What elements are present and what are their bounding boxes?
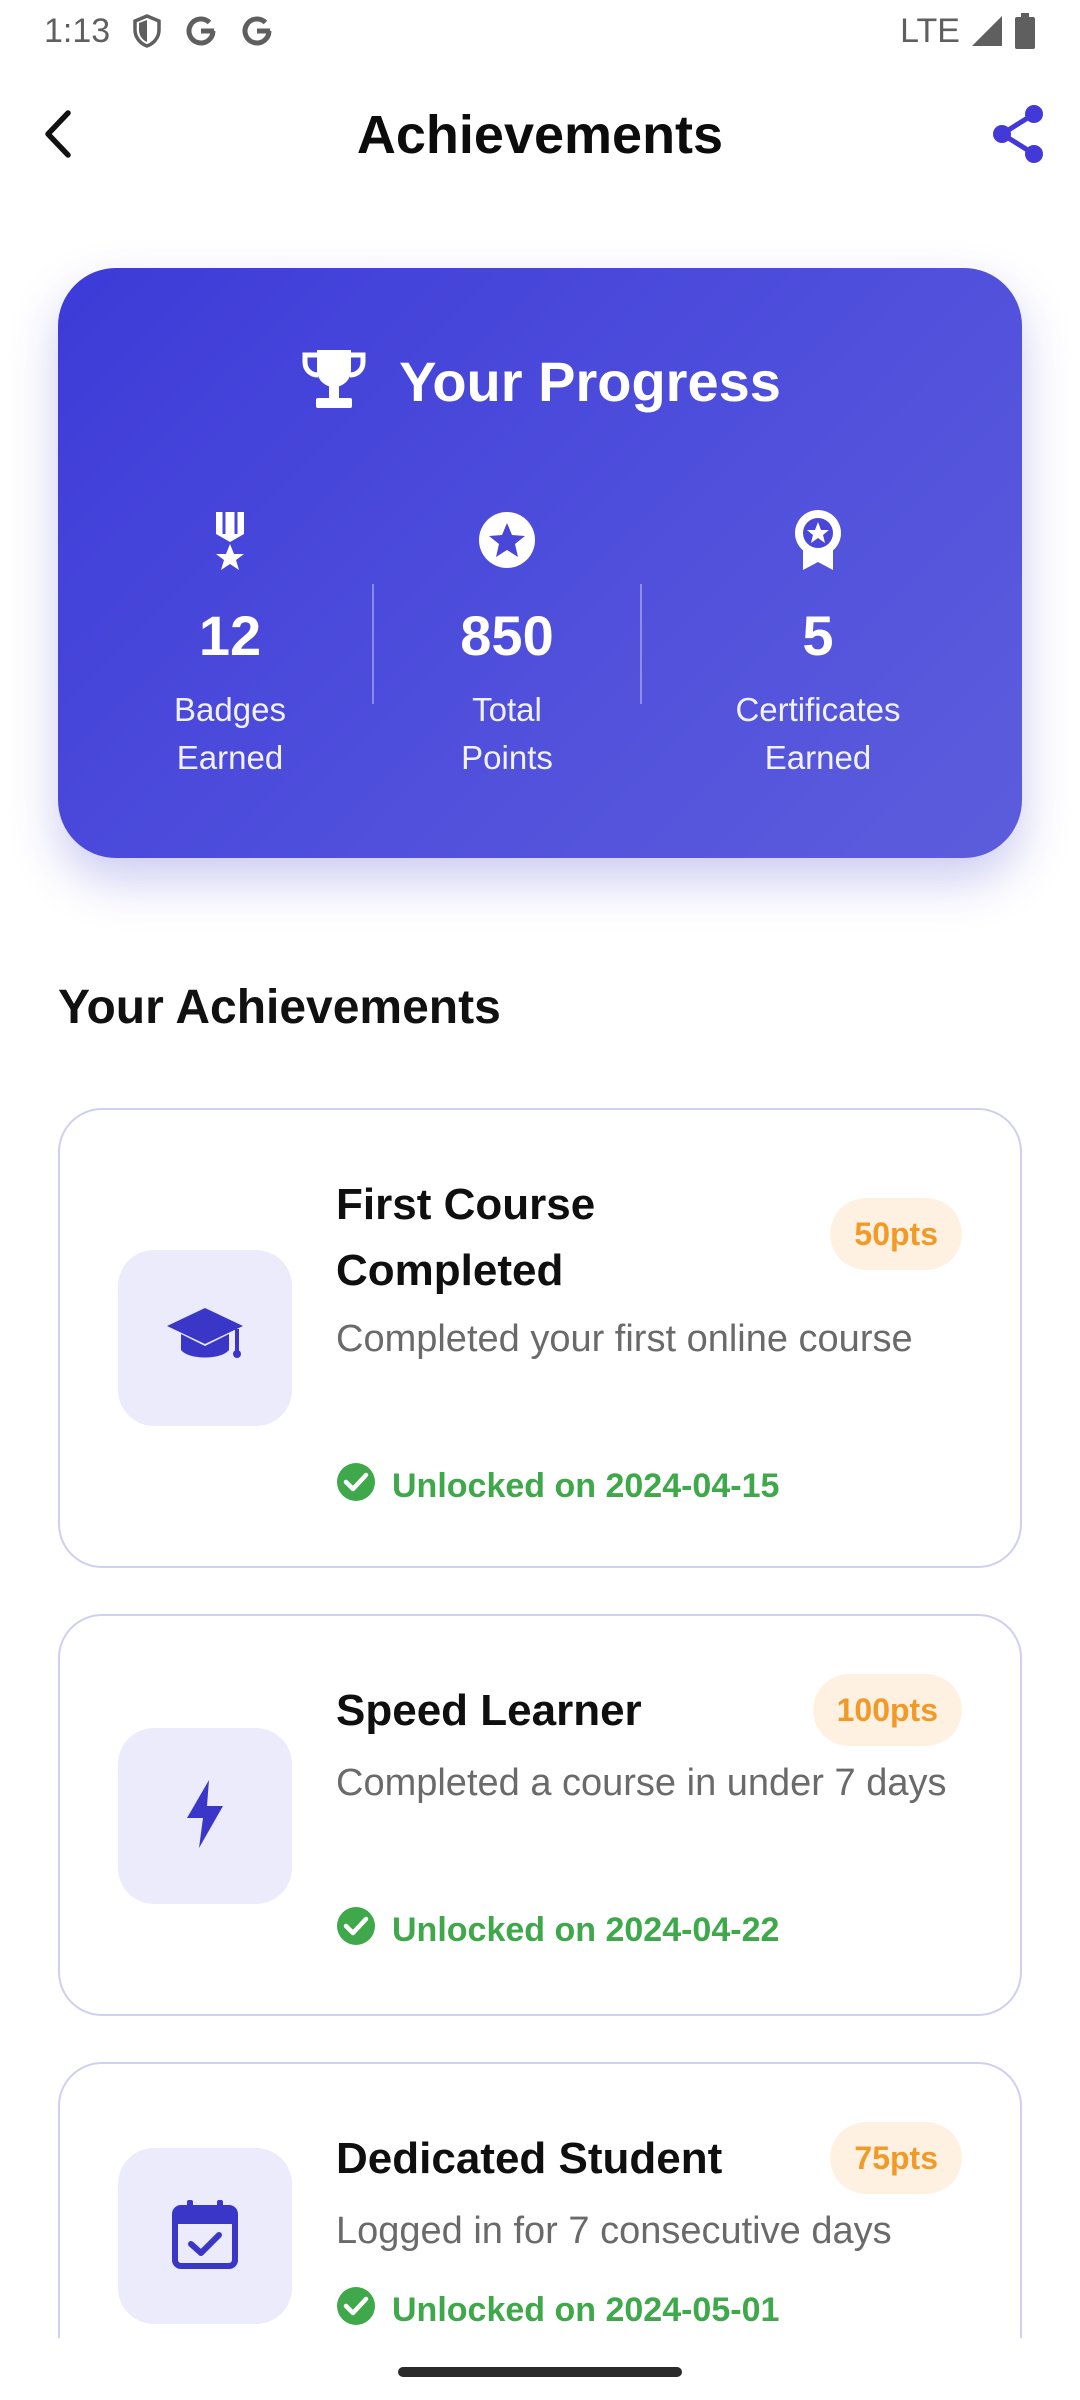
unlocked-status: Unlocked on 2024-05-01 [336, 2286, 779, 2335]
progress-card: Your Progress 12 Badges Earned 850 Total… [58, 268, 1022, 858]
stat-label: Certificates Earned [735, 691, 901, 776]
achievement-title: Speed Learner [336, 1686, 642, 1735]
stat-label: Badges Earned [174, 691, 286, 776]
graduation-cap-icon [165, 1304, 245, 1373]
points-badge: 75pts [830, 2122, 962, 2194]
points-badge: 100pts [812, 1674, 962, 1746]
stat-points: 850 Total Points [357, 504, 657, 782]
check-circle-icon [336, 1906, 376, 1955]
stat-divider [640, 584, 642, 704]
calendar-check-icon [171, 2198, 239, 2275]
achievement-card[interactable]: Speed Learner 100pts Completed a course … [58, 1614, 1022, 2016]
unlocked-date: Unlocked on 2024-04-15 [392, 1467, 780, 1505]
achievement-card[interactable]: First Course Completed 50pts Completed y… [58, 1108, 1022, 1568]
unlocked-date: Unlocked on 2024-05-01 [392, 2291, 780, 2329]
achievements-screen: 1:13 LTE Achievements Your Progress 12 B… [0, 0, 1080, 2400]
achievement-description: Completed a course in under 7 days [336, 1762, 947, 1804]
section-title: Your Achievements [58, 981, 501, 1034]
points-badge: 50pts [830, 1198, 962, 1270]
achievement-description: Completed your first online course [336, 1318, 913, 1360]
gesture-nav-handle[interactable] [398, 2367, 682, 2377]
unlocked-status: Unlocked on 2024-04-15 [336, 1462, 779, 1511]
award-ribbon-icon [668, 504, 968, 576]
scroll-content[interactable]: Your Progress 12 Badges Earned 850 Total… [0, 0, 1080, 2338]
unlocked-status: Unlocked on 2024-04-22 [336, 1906, 779, 1955]
achievement-icon-box [118, 1250, 292, 1426]
achievement-card[interactable]: Dedicated Student 75pts Logged in for 7 … [58, 2062, 1022, 2338]
unlocked-date: Unlocked on 2024-04-22 [392, 1911, 780, 1949]
star-circle-icon [357, 504, 657, 576]
stat-label: Total Points [461, 691, 553, 776]
achievement-icon-box [118, 2148, 292, 2324]
trophy-icon [299, 346, 369, 417]
medal-icon [80, 504, 380, 576]
stat-value: 850 [460, 604, 554, 667]
achievement-icon-box [118, 1728, 292, 1904]
check-circle-icon [336, 2286, 376, 2335]
check-circle-icon [336, 1462, 376, 1511]
progress-header: Your Progress [58, 346, 1022, 417]
stat-value: 12 [198, 604, 262, 667]
stat-badges: 12 Badges Earned [80, 504, 380, 782]
progress-title: Your Progress [399, 350, 781, 413]
lightning-bolt-icon [183, 1778, 227, 1855]
stat-certificates: 5 Certificates Earned [668, 504, 968, 782]
achievement-description: Logged in for 7 consecutive days [336, 2210, 892, 2252]
stat-value: 5 [802, 604, 834, 667]
achievement-title: First Course Completed [336, 1180, 596, 1295]
achievement-title: Dedicated Student [336, 2134, 723, 2183]
